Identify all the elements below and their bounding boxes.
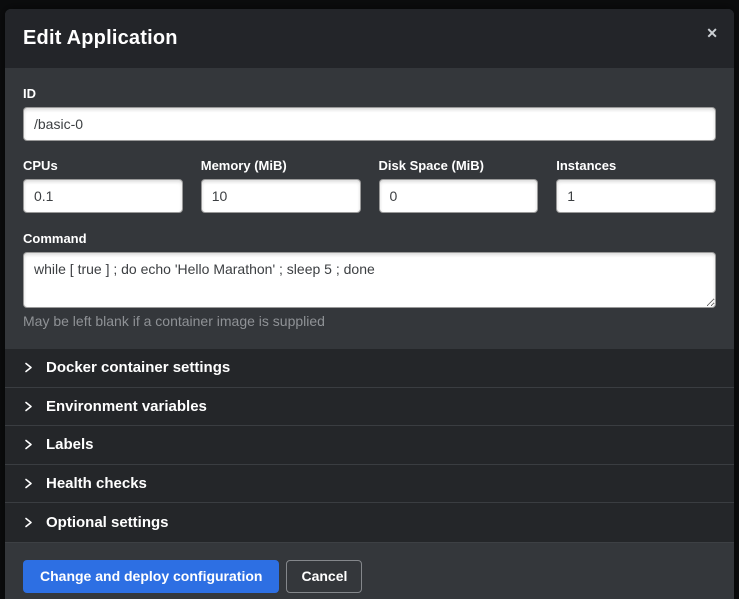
section-label: Health checks [46, 475, 147, 492]
command-field-group: Command while [ true ] ; do echo 'Hello … [23, 231, 716, 330]
id-label: ID [23, 86, 716, 101]
modal-header: Edit Application ✕ [5, 9, 734, 68]
section-optional-settings[interactable]: Optional settings [5, 503, 734, 542]
command-textarea[interactable]: while [ true ] ; do echo 'Hello Marathon… [23, 252, 716, 308]
section-environment-variables[interactable]: Environment variables [5, 388, 734, 427]
command-help-text: May be left blank if a container image i… [23, 313, 716, 330]
section-label: Docker container settings [46, 359, 230, 376]
memory-label: Memory (MiB) [201, 158, 361, 173]
memory-input[interactable] [201, 179, 361, 213]
command-label: Command [23, 231, 716, 246]
section-labels[interactable]: Labels [5, 426, 734, 465]
disk-field-group: Disk Space (MiB) [379, 158, 539, 213]
memory-field-group: Memory (MiB) [201, 158, 361, 213]
id-field-group: ID [23, 86, 716, 141]
chevron-right-icon [23, 517, 34, 528]
close-icon: ✕ [706, 25, 718, 41]
change-and-deploy-button[interactable]: Change and deploy configuration [23, 560, 279, 593]
resources-row: CPUs Memory (MiB) Disk Space (MiB) Insta… [23, 158, 716, 213]
chevron-right-icon [23, 478, 34, 489]
disk-input[interactable] [379, 179, 539, 213]
cpus-input[interactable] [23, 179, 183, 213]
section-docker-container-settings[interactable]: Docker container settings [5, 349, 734, 388]
collapsible-sections: Docker container settings Environment va… [5, 349, 734, 542]
modal-footer: Change and deploy configuration Cancel [5, 542, 734, 599]
chevron-right-icon [23, 439, 34, 450]
section-label: Environment variables [46, 398, 207, 415]
edit-application-modal: Edit Application ✕ ID CPUs Memory (MiB) … [5, 9, 734, 599]
application-form: ID CPUs Memory (MiB) Disk Space (MiB) In… [5, 68, 734, 349]
instances-input[interactable] [556, 179, 716, 213]
cpus-field-group: CPUs [23, 158, 183, 213]
chevron-right-icon [23, 401, 34, 412]
disk-label: Disk Space (MiB) [379, 158, 539, 173]
section-health-checks[interactable]: Health checks [5, 465, 734, 504]
close-button[interactable]: ✕ [702, 22, 722, 44]
instances-label: Instances [556, 158, 716, 173]
section-label: Labels [46, 436, 94, 453]
id-input[interactable] [23, 107, 716, 141]
instances-field-group: Instances [556, 158, 716, 213]
cancel-button[interactable]: Cancel [286, 560, 362, 593]
modal-title: Edit Application [23, 27, 178, 50]
cpus-label: CPUs [23, 158, 183, 173]
section-label: Optional settings [46, 514, 169, 531]
chevron-right-icon [23, 362, 34, 373]
